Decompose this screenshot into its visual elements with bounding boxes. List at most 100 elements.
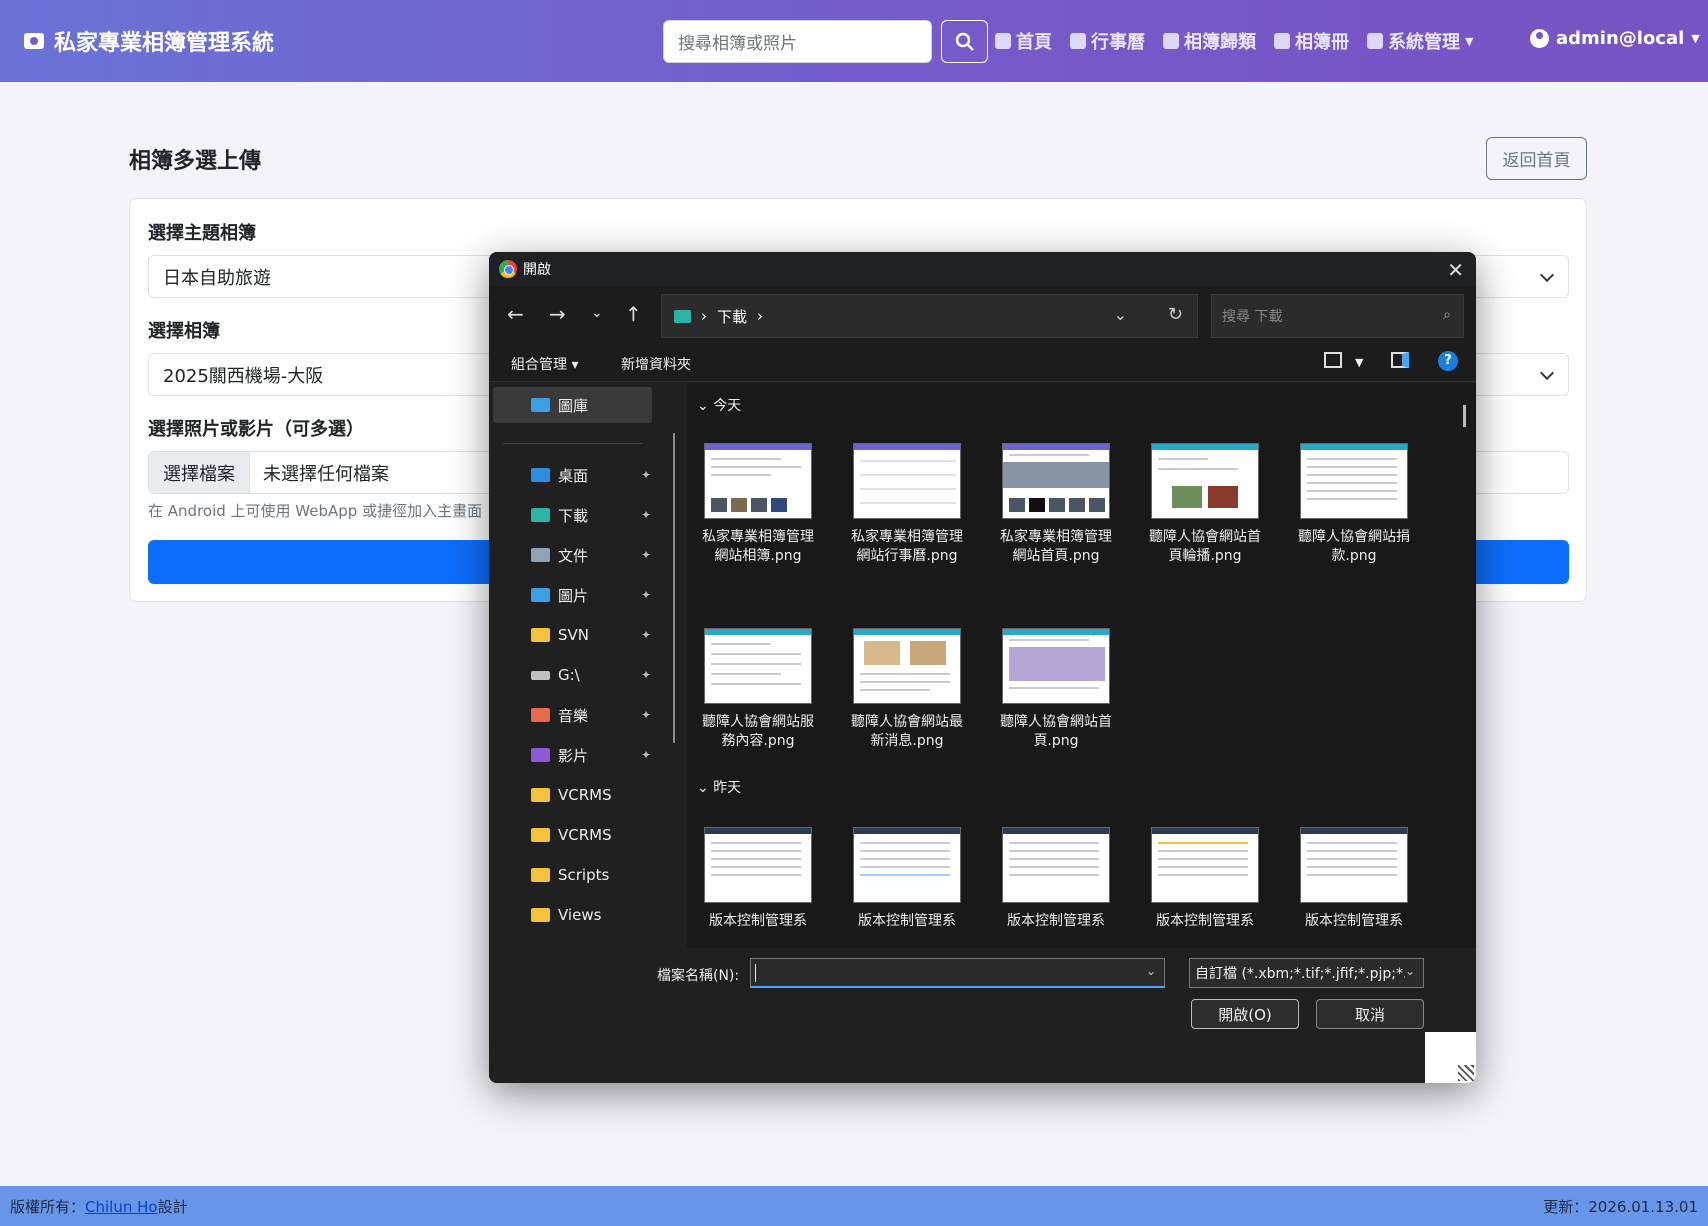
user-menu[interactable]: admin@local ▼ bbox=[1530, 28, 1700, 49]
pin-icon[interactable]: ✦ bbox=[641, 468, 651, 482]
nav-item-vcrms-2[interactable]: VCRMS bbox=[489, 817, 664, 853]
search-button[interactable] bbox=[941, 20, 988, 63]
nav-item-g-drive[interactable]: G:\ ✦ bbox=[489, 657, 664, 693]
refresh-icon[interactable]: ↻ bbox=[1168, 304, 1183, 325]
filename-input[interactable]: ⌄ bbox=[750, 958, 1165, 988]
file-tile[interactable]: 私家專業相簿管理網站首頁.png bbox=[996, 443, 1116, 566]
address-dropdown-icon[interactable]: ⌄ bbox=[1114, 305, 1127, 324]
file-scrollbar[interactable] bbox=[1463, 405, 1466, 427]
pin-icon[interactable]: ✦ bbox=[641, 748, 651, 762]
pin-icon[interactable]: ✦ bbox=[641, 668, 651, 682]
album-label: 選擇相簿 bbox=[148, 321, 220, 342]
search-input[interactable]: 搜尋相簿或照片 bbox=[663, 20, 932, 63]
nav-album-category[interactable]: 相簿歸類 bbox=[1163, 28, 1256, 54]
file-tile[interactable]: 版本控制管理系 bbox=[698, 827, 818, 931]
file-tile[interactable]: 聽障人協會網站捐款.png bbox=[1294, 443, 1414, 566]
nav-item-downloads[interactable]: 下載 ✦ bbox=[489, 497, 664, 533]
videos-icon bbox=[531, 748, 550, 762]
file-tile[interactable]: 版本控制管理系 bbox=[1294, 827, 1414, 931]
nav-system[interactable]: 系統管理 ▼ bbox=[1367, 28, 1473, 54]
pin-icon[interactable]: ✦ bbox=[641, 708, 651, 722]
file-tile[interactable]: 聽障人協會網站最新消息.png bbox=[847, 628, 967, 751]
file-name: 聽障人協會網站首頁.png bbox=[1000, 714, 1112, 749]
address-crumb[interactable]: 下載 bbox=[717, 306, 747, 327]
folder-icon bbox=[531, 828, 550, 842]
file-tile[interactable]: 版本控制管理系 bbox=[996, 827, 1116, 931]
file-tile[interactable]: 私家專業相簿管理網站行事曆.png bbox=[847, 443, 967, 566]
layers-icon bbox=[1163, 33, 1179, 49]
cancel-button[interactable]: 取消 bbox=[1316, 999, 1424, 1029]
nav-scrollbar[interactable] bbox=[673, 433, 675, 743]
pin-icon[interactable]: ✦ bbox=[641, 588, 651, 602]
nav-item-vcrms-1[interactable]: VCRMS bbox=[489, 777, 664, 813]
thumbnail bbox=[853, 827, 961, 903]
organize-menu[interactable]: 組合管理 ▾ bbox=[511, 354, 578, 374]
file-tile[interactable]: 版本控制管理系 bbox=[847, 827, 967, 931]
nav-item-label: 桌面 bbox=[558, 466, 589, 485]
file-tile[interactable]: 聽障人協會網站首頁輪播.png bbox=[1145, 443, 1265, 566]
file-type-select[interactable]: 自訂檔 (*.xbm;*.tif;*.jfif;*.pjp;*.a ⌄ bbox=[1189, 958, 1424, 988]
nav-item-gallery[interactable]: 圖庫 bbox=[493, 387, 652, 423]
folder-icon bbox=[531, 628, 550, 642]
brand-title: 私家專業相簿管理系統 bbox=[54, 31, 275, 56]
pin-icon[interactable]: ✦ bbox=[641, 508, 651, 522]
group-today-label: 今天 bbox=[713, 398, 742, 414]
forward-arrow-icon[interactable]: → bbox=[549, 302, 566, 326]
thumbnail bbox=[704, 628, 812, 704]
theme-album-value: 日本自助旅遊 bbox=[163, 267, 271, 289]
nav-item-label: 圖片 bbox=[558, 586, 589, 605]
nav-calendar[interactable]: 行事曆 bbox=[1070, 28, 1145, 54]
choose-file-button[interactable]: 選擇檔案 bbox=[149, 452, 250, 493]
address-bar[interactable]: › 下載 › ⌄ ↻ bbox=[661, 294, 1198, 338]
nav-albums[interactable]: 相簿冊 bbox=[1274, 28, 1349, 54]
back-arrow-icon[interactable]: ← bbox=[507, 302, 524, 326]
file-tile[interactable]: 聽障人協會網站首頁.png bbox=[996, 628, 1116, 751]
nav-home-label: 首頁 bbox=[1016, 32, 1052, 53]
view-dropdown-icon[interactable]: ▼ bbox=[1355, 356, 1363, 369]
help-icon[interactable]: ? bbox=[1438, 351, 1458, 371]
group-yesterday[interactable]: ⌄ 昨天 bbox=[697, 777, 741, 797]
chevron-down-icon[interactable]: ⌄ bbox=[1146, 964, 1156, 978]
file-tile[interactable]: 版本控制管理系 bbox=[1145, 827, 1265, 931]
nav-item-views[interactable]: Views bbox=[489, 897, 664, 933]
pin-icon[interactable]: ✦ bbox=[641, 548, 651, 562]
author-link[interactable]: Chilun Ho bbox=[85, 1198, 158, 1216]
open-button[interactable]: 開啟(O) bbox=[1191, 999, 1299, 1029]
file-tile[interactable]: 私家專業相簿管理網站相簿.png bbox=[698, 443, 818, 566]
resize-grip-icon[interactable] bbox=[1425, 1032, 1476, 1083]
view-mode-icon[interactable] bbox=[1324, 352, 1342, 368]
nav-divider bbox=[503, 443, 643, 444]
nav-item-music[interactable]: 音樂 ✦ bbox=[489, 697, 664, 733]
thumbnail bbox=[1002, 628, 1110, 704]
nav-item-pictures[interactable]: 圖片 ✦ bbox=[489, 577, 664, 613]
file-name: 私家專業相簿管理網站首頁.png bbox=[1000, 529, 1112, 564]
nav-home[interactable]: 首頁 bbox=[995, 28, 1052, 54]
nav-item-videos[interactable]: 影片 ✦ bbox=[489, 737, 664, 773]
nav-links: 首頁 行事曆 相簿歸類 相簿冊 系統管理 ▼ bbox=[995, 28, 1473, 54]
close-icon[interactable]: ✕ bbox=[1447, 258, 1464, 282]
brand[interactable]: 私家專業相簿管理系統 bbox=[24, 25, 274, 57]
dialog-search-input[interactable]: 搜尋 下載 ⌕ bbox=[1211, 294, 1464, 338]
new-folder-button[interactable]: 新增資料夾 bbox=[621, 354, 691, 374]
search-icon: ⌕ bbox=[1443, 307, 1451, 323]
nav-item-desktop[interactable]: 桌面 ✦ bbox=[489, 457, 664, 493]
back-home-button[interactable]: 返回首頁 bbox=[1486, 137, 1587, 180]
images-icon bbox=[1274, 33, 1290, 49]
chrome-icon bbox=[499, 260, 517, 278]
file-status: 未選擇任何檔案 bbox=[263, 463, 389, 485]
pin-icon[interactable]: ✦ bbox=[641, 628, 651, 642]
nav-item-svn[interactable]: SVN ✦ bbox=[489, 617, 664, 653]
file-name: 私家專業相簿管理網站行事曆.png bbox=[851, 529, 963, 564]
text-cursor bbox=[755, 964, 756, 982]
documents-icon bbox=[531, 548, 550, 562]
thumbnail bbox=[1151, 443, 1259, 519]
nav-item-documents[interactable]: 文件 ✦ bbox=[489, 537, 664, 573]
thumbnail bbox=[1151, 827, 1259, 903]
nav-item-scripts[interactable]: Scripts bbox=[489, 857, 664, 893]
recent-dropdown-icon[interactable]: ⌄ bbox=[591, 305, 603, 321]
up-arrow-icon[interactable]: ↑ bbox=[625, 302, 642, 326]
file-tile[interactable]: 聽障人協會網站服務內容.png bbox=[698, 628, 818, 751]
group-today[interactable]: ⌄ 今天 bbox=[697, 395, 741, 415]
search-icon bbox=[955, 32, 974, 51]
preview-pane-icon[interactable] bbox=[1391, 352, 1409, 368]
